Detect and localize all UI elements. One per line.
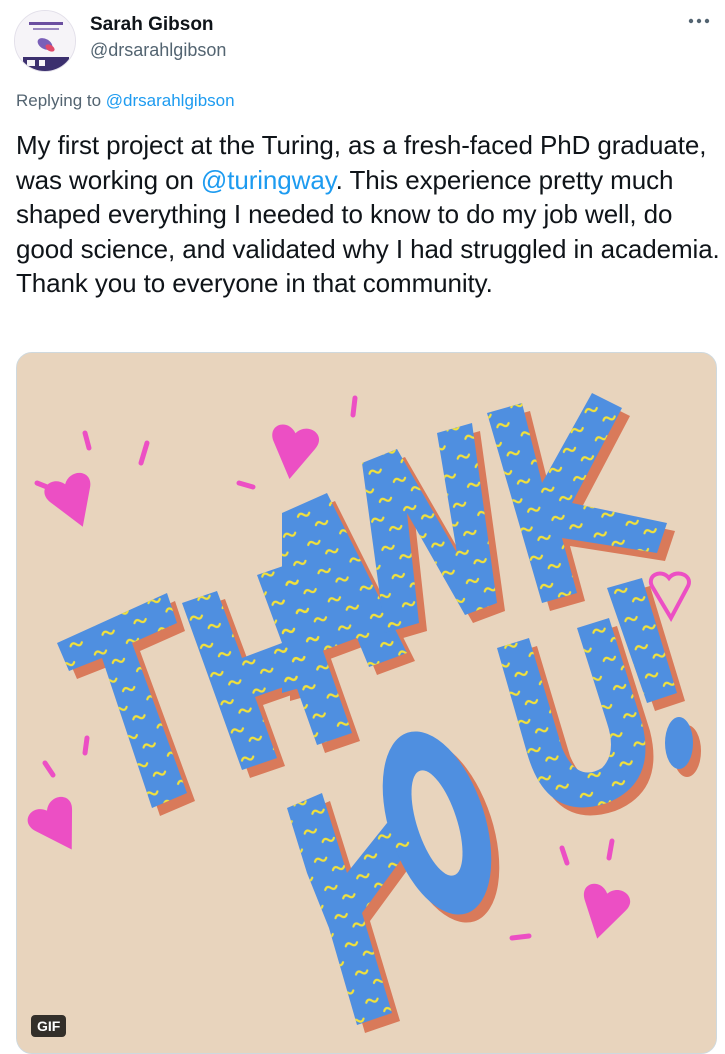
author-name[interactable]: Sarah Gibson [90,14,214,36]
more-icon [688,18,710,24]
tweet-text: My first project at the Turing, as a fre… [16,128,721,301]
replying-to: Replying to @drsarahlgibson [16,90,235,112]
avatar[interactable] [14,10,76,72]
more-button[interactable] [685,10,713,32]
replying-to-mention[interactable]: @drsarahlgibson [106,91,235,110]
gif-media[interactable]: GIF [16,352,717,1054]
gif-badge: GIF [31,1015,67,1037]
thank-you-illustration [17,353,716,1053]
mention-link[interactable]: @turingway [201,165,336,195]
replying-to-label: Replying to [16,91,106,110]
profile-photo-icon [15,11,75,71]
author-handle[interactable]: @drsarahlgibson [90,39,226,61]
